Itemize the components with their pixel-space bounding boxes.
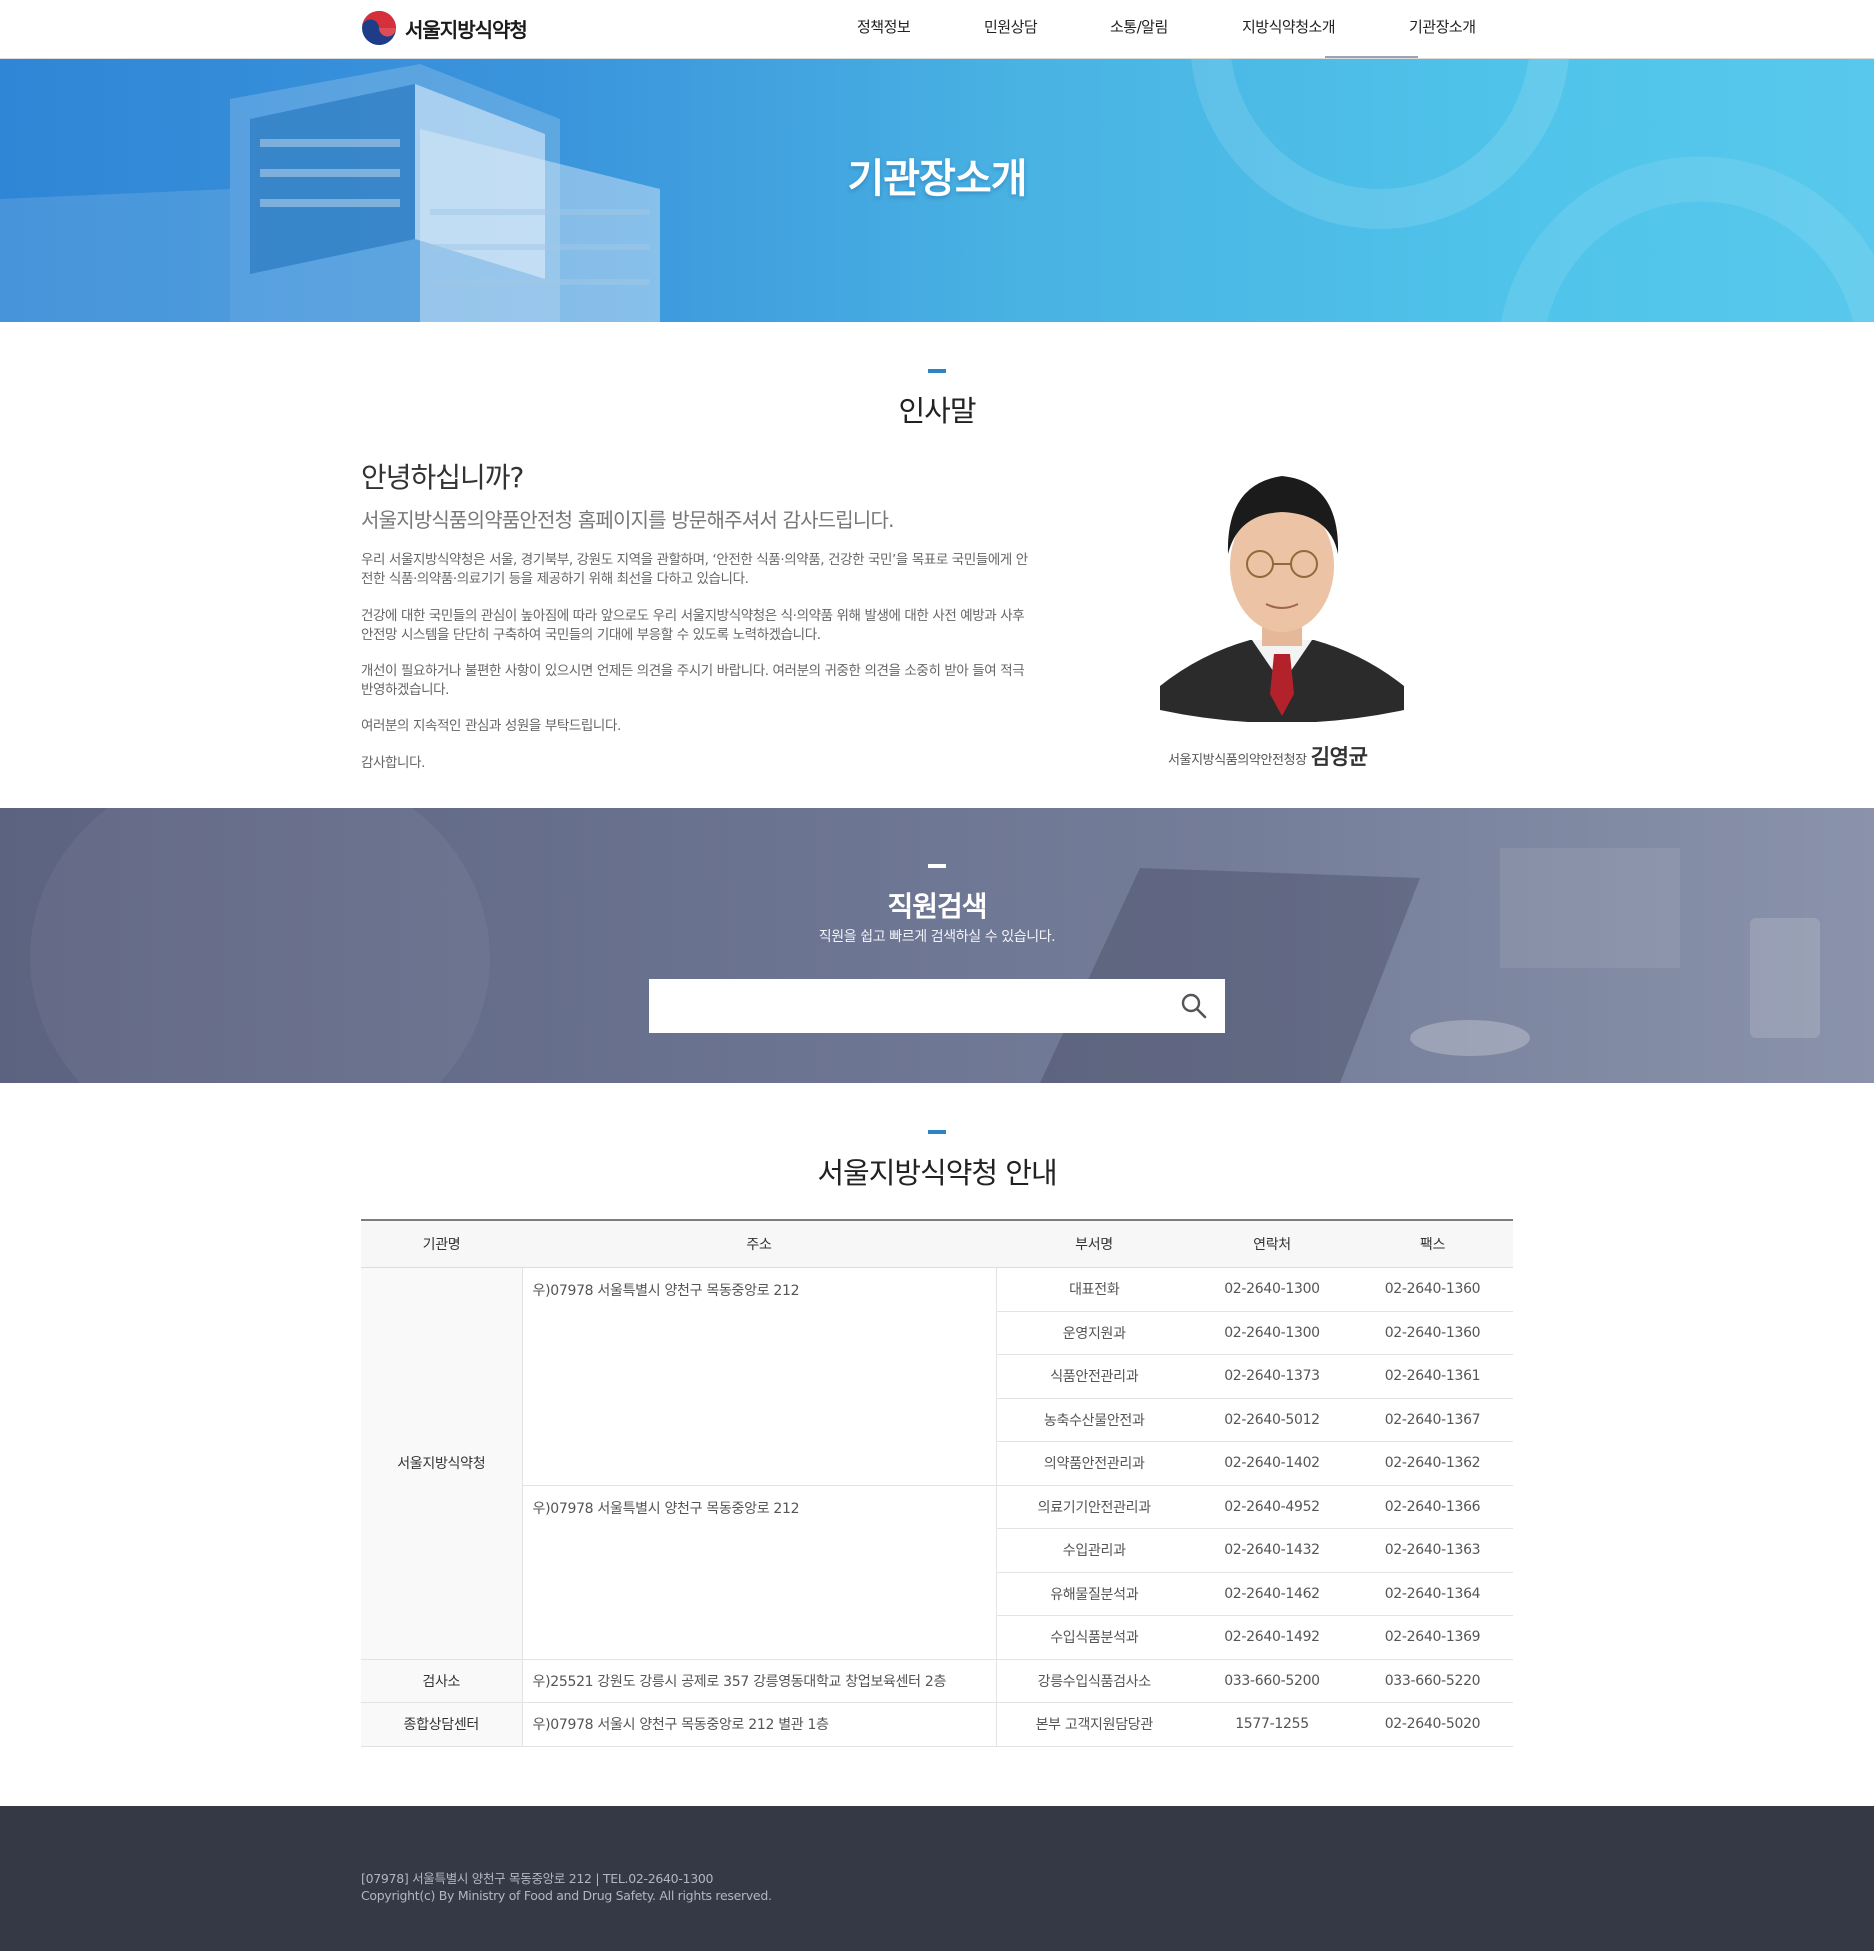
search-box <box>649 979 1225 1033</box>
dept-cell: 대표전화 <box>996 1267 1192 1312</box>
table-row: 서울지방식약청 우)07978 서울특별시 양천구 목동중앙로 212 대표전화… <box>361 1267 1513 1660</box>
dept-cell: 본부 고객지원담당관 <box>996 1702 1192 1747</box>
dept-cell: 유해물질분석과 <box>996 1572 1192 1616</box>
tel-cell: 02-2640-5012 <box>1192 1398 1352 1442</box>
fax-cell: 033-660-5220 <box>1352 1659 1513 1703</box>
staff-search-section: 직원검색 직원을 쉽고 빠르게 검색하실 수 있습니다. <box>0 808 1874 1083</box>
dept-cell: 수입식품분석과 <box>996 1615 1192 1660</box>
fax-cell: 02-2640-1367 <box>1352 1398 1513 1442</box>
greeting-paragraph: 개선이 필요하거나 불편한 사항이 있으시면 언제든 의견을 주시기 바랍니다.… <box>361 663 1025 698</box>
greeting-paragraph: 여러분의 지속적인 관심과 성원을 부탁드립니다. <box>361 718 621 734</box>
section-marker <box>928 369 946 373</box>
column-header: 주소 <box>522 1219 996 1268</box>
table-row: 우)07978 서울특별시 양천구 목동중앙로 212 의료기기안전관리과 02… <box>361 1485 1513 1660</box>
tel-cell: 02-2640-1402 <box>1192 1441 1352 1486</box>
greeting-paragraph: 감사합니다. <box>361 755 425 771</box>
tel-cell: 02-2640-1300 <box>1192 1267 1352 1312</box>
site-footer: [07978] 서울특별시 양천구 목동중앙로 212 | TEL.02-264… <box>0 1806 1874 1951</box>
tel-cell: 02-2640-1373 <box>1192 1354 1352 1399</box>
greeting-paragraph: 우리 서울지방식약청은 서울, 경기북부, 강원도 지역을 관할하며, ‘안전한… <box>361 552 1028 587</box>
site-logo[interactable]: 서울지방식약청 <box>361 8 528 48</box>
footer-copyright: Copyright(c) By Ministry of Food and Dru… <box>361 1888 772 1903</box>
column-header: 부서명 <box>996 1219 1192 1268</box>
fax-cell: 02-2640-1369 <box>1352 1615 1513 1660</box>
hero-title: 기관장소개 <box>847 156 1028 202</box>
tel-cell: 02-2640-4952 <box>1192 1485 1352 1529</box>
column-header: 팩스 <box>1352 1219 1513 1268</box>
column-header: 연락처 <box>1192 1219 1352 1268</box>
fax-cell: 02-2640-1366 <box>1352 1485 1513 1529</box>
table-header-row: 기관명 주소 부서명 연락처 팩스 <box>361 1219 1513 1268</box>
greeting-section-title: 인사말 <box>898 394 976 428</box>
dept-cell: 식품안전관리과 <box>996 1354 1192 1399</box>
dept-cell: 수입관리과 <box>996 1528 1192 1573</box>
director-signature: 서울지방식품의약안전청장 김영균 <box>1168 741 1368 771</box>
table-row: 종합상담센터 우)07978 서울시 양천구 목동중앙로 212 별관 1층 본… <box>361 1702 1513 1747</box>
org-name-cell: 종합상담센터 <box>361 1702 523 1747</box>
fax-cell: 02-2640-5020 <box>1352 1702 1513 1747</box>
table-row: 검사소 우)25521 강원도 강릉시 공제로 357 강릉영동대학교 창업보육… <box>361 1659 1513 1703</box>
tel-cell: 02-2640-1492 <box>1192 1615 1352 1660</box>
office-info-table: 기관명 주소 부서명 연락처 팩스 서울지방식약청 우)07978 서울특별시 … <box>361 1219 1513 1747</box>
footer-address: [07978] 서울특별시 양천구 목동중앙로 212 | TEL.02-264… <box>361 1871 714 1886</box>
dept-cell: 농축수산물안전과 <box>996 1398 1192 1442</box>
nav-office-intro[interactable]: 지방식약청소개 <box>1242 0 1336 56</box>
nav-policy[interactable]: 정책정보 <box>857 0 911 56</box>
fax-cell: 02-2640-1361 <box>1352 1354 1513 1399</box>
nav-civil-consult[interactable]: 민원상담 <box>984 0 1038 56</box>
fax-cell: 02-2640-1364 <box>1352 1572 1513 1616</box>
hero-banner: 기관장소개 <box>0 59 1874 322</box>
fax-cell: 02-2640-1360 <box>1352 1311 1513 1355</box>
logo-text: 서울지방식약청 <box>405 17 528 42</box>
address-cell: 우)07978 서울특별시 양천구 목동중앙로 212 <box>522 1267 997 1486</box>
taegeuk-emblem-icon <box>362 11 396 45</box>
director-position: 서울지방식품의약안전청장 <box>1168 753 1307 768</box>
search-title: 직원검색 <box>887 890 987 923</box>
address-cell: 우)25521 강원도 강릉시 공제로 357 강릉영동대학교 창업보육센터 2… <box>522 1659 997 1703</box>
dept-cell: 의약품안전관리과 <box>996 1441 1192 1486</box>
tel-cell: 02-2640-1462 <box>1192 1572 1352 1616</box>
dept-cell: 의료기기안전관리과 <box>996 1485 1192 1529</box>
guide-section-title: 서울지방식약청 안내 <box>817 1156 1057 1190</box>
director-name: 김영균 <box>1310 745 1368 769</box>
nav-notice[interactable]: 소통/알림 <box>1110 0 1168 56</box>
fax-cell: 02-2640-1360 <box>1352 1267 1513 1312</box>
fax-cell: 02-2640-1362 <box>1352 1441 1513 1486</box>
address-cell: 우)07978 서울시 양천구 목동중앙로 212 별관 1층 <box>522 1702 997 1747</box>
director-portrait <box>1160 454 1404 722</box>
tel-cell: 02-2640-1300 <box>1192 1311 1352 1355</box>
tel-cell: 02-2640-1432 <box>1192 1528 1352 1573</box>
staff-search-input[interactable] <box>649 979 1149 1033</box>
search-icon[interactable] <box>1179 991 1209 1021</box>
greeting-subtitle: 서울지방식품의약품안전청 홈페이지를 방문해주셔서 감사드립니다. <box>361 508 894 532</box>
dept-cell: 강릉수입식품검사소 <box>996 1659 1192 1703</box>
site-header: 서울지방식약청 정책정보 민원상담 소통/알림 지방식약청소개 기관장소개 <box>0 0 1874 59</box>
org-name-cell: 서울지방식약청 <box>361 1267 523 1660</box>
dept-cell: 운영지원과 <box>996 1311 1192 1355</box>
greeting-paragraph: 건강에 대한 국민들의 관심이 높아짐에 따라 앞으로도 우리 서울지방식약청은… <box>361 608 1025 643</box>
address-cell: 우)07978 서울특별시 양천구 목동중앙로 212 <box>522 1485 997 1660</box>
org-name-cell: 검사소 <box>361 1659 523 1703</box>
search-description: 직원을 쉽고 빠르게 검색하실 수 있습니다. <box>818 929 1056 945</box>
column-header: 기관명 <box>361 1219 522 1268</box>
section-marker <box>928 1130 946 1134</box>
nav-active-indicator <box>1325 56 1418 58</box>
nav-head-intro[interactable]: 기관장소개 <box>1409 0 1476 56</box>
tel-cell: 1577-1255 <box>1192 1702 1352 1747</box>
greeting-title: 안녕하십니까? <box>361 461 524 494</box>
fax-cell: 02-2640-1363 <box>1352 1528 1513 1573</box>
tel-cell: 033-660-5200 <box>1192 1659 1352 1703</box>
section-marker <box>928 864 946 868</box>
